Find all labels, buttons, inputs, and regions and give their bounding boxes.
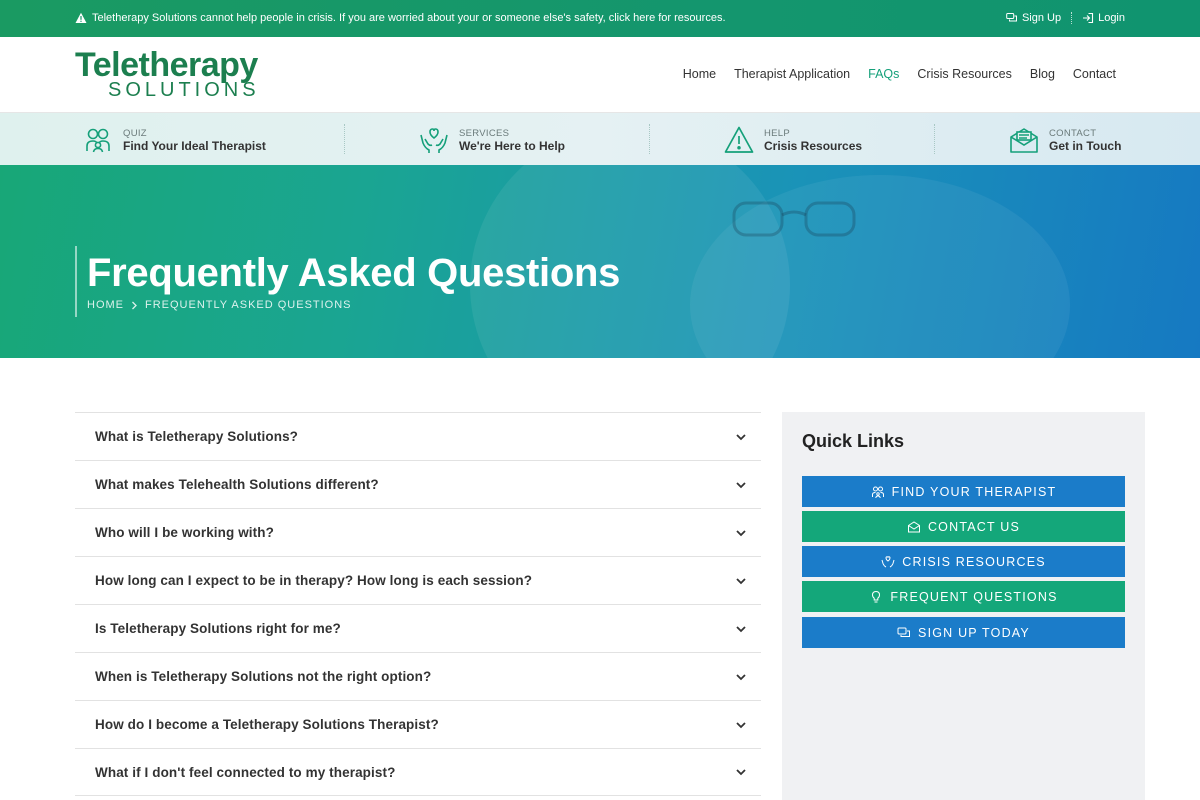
info-contact[interactable]: CONTACT Get in Touch — [1009, 125, 1121, 155]
info-quiz-category: QUIZ — [123, 127, 147, 139]
breadcrumb: HOME FREQUENTLY ASKED QUESTIONS — [87, 299, 352, 311]
people-icon — [871, 486, 884, 498]
faq-question: Is Teletherapy Solutions right for me? — [95, 621, 341, 636]
faq-item[interactable]: Who will I be working with? — [75, 508, 761, 556]
quick-links-title: Quick Links — [802, 431, 905, 451]
info-divider — [344, 124, 345, 154]
crisis-resources-label: CRISIS RESOURCES — [902, 554, 1046, 569]
nav-blog[interactable]: Blog — [1030, 67, 1055, 81]
faq-item[interactable]: When is Teletherapy Solutions not the ri… — [75, 652, 761, 700]
site-header: Teletherapy SOLUTIONS Home Therapist App… — [0, 37, 1200, 113]
faq-question: When is Teletherapy Solutions not the ri… — [95, 669, 432, 684]
chevron-down-icon — [736, 433, 746, 440]
envelope-icon — [907, 520, 920, 532]
sign-up-label: Sign Up — [1021, 12, 1062, 24]
nav-home[interactable]: Home — [683, 67, 716, 81]
page-hero: Frequently Asked Questions HOME FREQUENT… — [0, 165, 1200, 358]
crisis-alert-link[interactable]: Teletherapy Solutions cannot help people… — [75, 12, 726, 24]
site-logo[interactable]: Teletherapy SOLUTIONS — [75, 46, 260, 100]
chevron-down-icon — [736, 625, 746, 632]
info-quiz[interactable]: QUIZ Find Your Ideal Therapist — [83, 125, 266, 155]
frequent-questions-label: FREQUENT QUESTIONS — [890, 589, 1058, 604]
sign-up-link[interactable]: Sign Up — [1006, 12, 1061, 24]
account-links: Sign Up Login — [1006, 12, 1125, 24]
faq-question: How long can I expect to be in therapy? … — [95, 573, 533, 588]
crisis-alert-bar: Teletherapy Solutions cannot help people… — [0, 0, 1200, 37]
crisis-resources-button[interactable]: CRISIS RESOURCES — [802, 546, 1125, 577]
chevron-down-icon — [736, 769, 746, 776]
breadcrumb-home[interactable]: HOME — [87, 299, 124, 311]
faq-question: What if I don't feel connected to my the… — [95, 764, 396, 780]
people-icon — [86, 128, 110, 153]
contact-us-label: CONTACT US — [927, 519, 1021, 534]
faq-question: What makes Telehealth Solutions differen… — [95, 477, 379, 492]
contact-us-button[interactable]: CONTACT US — [802, 511, 1125, 542]
chat-icon — [1006, 13, 1017, 22]
chevron-down-icon — [736, 673, 746, 680]
chevron-down-icon — [736, 721, 746, 728]
warning-icon — [724, 126, 754, 153]
nav-faqs[interactable]: FAQs — [868, 67, 899, 81]
info-divider — [649, 124, 650, 154]
envelope-icon — [1010, 128, 1038, 153]
info-contact-label: Get in Touch — [1049, 138, 1122, 153]
info-help-label: Crisis Resources — [764, 138, 863, 153]
chevron-right-icon — [132, 301, 137, 309]
faq-item[interactable]: How do I become a Teletherapy Solutions … — [75, 700, 761, 748]
sign-up-today-button[interactable]: SIGN UP TODAY — [802, 617, 1125, 648]
quick-links-panel: Quick Links FIND YOUR THERAPIST CONTACT … — [782, 412, 1145, 800]
lightbulb-icon — [872, 590, 881, 602]
chevron-down-icon — [736, 577, 746, 584]
find-your-therapist-label: FIND YOUR THERAPIST — [891, 484, 1057, 499]
chat-icon — [897, 627, 911, 637]
hero-accent-bar — [75, 246, 77, 317]
faq-item[interactable]: What makes Telehealth Solutions differen… — [75, 460, 761, 508]
chevron-down-icon — [736, 529, 746, 536]
nav-contact[interactable]: Contact — [1073, 67, 1116, 81]
info-services-label: We're Here to Help — [459, 138, 565, 153]
faq-question: Who will I be working with? — [95, 525, 274, 540]
chevron-down-icon — [736, 481, 746, 488]
hands-heart-icon — [420, 128, 448, 153]
logo-wordmark-top: Teletherapy — [75, 46, 258, 84]
sign-up-today-label: SIGN UP TODAY — [918, 625, 1030, 640]
faq-question: What is Teletherapy Solutions? — [95, 429, 299, 444]
hero-photo-glasses — [732, 201, 856, 237]
faq-item[interactable]: How long can I expect to be in therapy? … — [75, 556, 761, 604]
hands-heart-icon — [881, 555, 895, 567]
nav-therapist-application[interactable]: Therapist Application — [734, 67, 850, 81]
login-label: Login — [1098, 12, 1125, 24]
faq-accordion: What is Teletherapy Solutions? What make… — [75, 412, 761, 796]
info-quiz-label: Find Your Ideal Therapist — [123, 138, 266, 153]
breadcrumb-current: FREQUENTLY ASKED QUESTIONS — [145, 299, 352, 311]
warning-icon — [75, 12, 87, 23]
faq-item[interactable]: Is Teletherapy Solutions right for me? — [75, 604, 761, 652]
faq-item[interactable]: What if I don't feel connected to my the… — [75, 748, 761, 796]
page-title: Frequently Asked Questions — [87, 251, 621, 295]
info-services[interactable]: SERVICES We're Here to Help — [419, 125, 565, 155]
main-nav: Home Therapist Application FAQs Crisis R… — [683, 67, 1116, 81]
info-services-category: SERVICES — [459, 127, 510, 139]
frequent-questions-button[interactable]: FREQUENT QUESTIONS — [802, 581, 1125, 612]
faq-question: How do I become a Teletherapy Solutions … — [95, 717, 439, 732]
info-strip: QUIZ Find Your Ideal Therapist SERVICES … — [0, 113, 1200, 165]
crisis-alert-text: Teletherapy Solutions cannot help people… — [92, 12, 726, 24]
faq-item[interactable]: What is Teletherapy Solutions? — [75, 412, 761, 460]
account-divider — [1071, 12, 1073, 24]
nav-crisis-resources[interactable]: Crisis Resources — [917, 67, 1011, 81]
login-icon — [1083, 12, 1094, 24]
login-link[interactable]: Login — [1082, 12, 1125, 24]
info-help-category: HELP — [764, 127, 791, 139]
info-contact-category: CONTACT — [1049, 127, 1097, 139]
find-your-therapist-button[interactable]: FIND YOUR THERAPIST — [802, 476, 1125, 507]
info-help[interactable]: HELP Crisis Resources — [724, 125, 862, 155]
info-divider — [934, 124, 935, 154]
